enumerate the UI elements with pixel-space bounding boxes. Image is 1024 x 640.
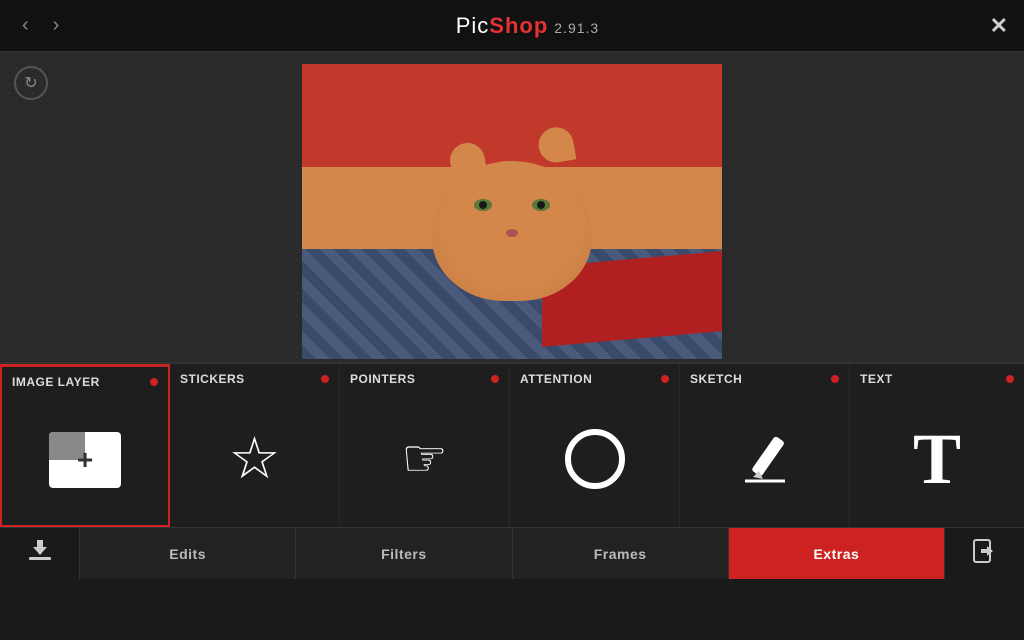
tool-image-layer-icon-area: +: [2, 394, 168, 525]
tool-pointers[interactable]: POINTERS ☞: [340, 364, 510, 527]
nav-buttons: ‹ ›: [16, 10, 65, 41]
star-icon: ☆: [229, 430, 281, 488]
image-layer-icon: +: [49, 432, 121, 488]
tool-text-label: TEXT: [860, 372, 893, 386]
tool-attention-icon-area: [510, 391, 679, 527]
image-layer-plus-icon: +: [77, 444, 93, 476]
sketch-icon: [735, 429, 795, 489]
tool-pointers-icon-area: ☞: [340, 391, 509, 527]
tools-panel: IMAGE LAYER + STICKERS ☆ POINTERS ☞ A: [0, 362, 1024, 527]
tab-bar: Edits Filters Frames Extras: [0, 527, 1024, 579]
tool-attention-header: ATTENTION: [510, 364, 679, 391]
tool-sketch-icon-area: [680, 391, 849, 527]
tool-attention[interactable]: ATTENTION: [510, 364, 680, 527]
kitten-image: [302, 64, 722, 359]
refresh-icon: ↻: [24, 73, 37, 93]
refresh-button[interactable]: ↻: [14, 66, 48, 100]
tabs-container: Edits Filters Frames Extras: [80, 528, 944, 579]
tool-pointers-dot: [491, 375, 499, 383]
close-button[interactable]: ✕: [990, 13, 1008, 39]
tool-text-dot: [1006, 375, 1014, 383]
tool-pointers-label: POINTERS: [350, 372, 415, 386]
tool-image-layer[interactable]: IMAGE LAYER +: [0, 364, 170, 527]
tool-stickers-label: STICKERS: [180, 372, 245, 386]
tab-frames-label: Frames: [594, 546, 647, 562]
tool-sketch-header: SKETCH: [680, 364, 849, 391]
tool-text-icon-area: T: [850, 391, 1024, 527]
export-icon: [971, 537, 999, 571]
tab-extras-label: Extras: [813, 546, 859, 562]
tool-pointers-header: POINTERS: [340, 364, 509, 391]
app-title: PicShop 2.91.3: [456, 13, 600, 39]
tool-stickers-dot: [321, 375, 329, 383]
tool-attention-label: ATTENTION: [520, 372, 592, 386]
download-button[interactable]: [0, 528, 80, 579]
kitten-overlay: [302, 64, 722, 359]
circle-icon: [565, 429, 625, 489]
tab-frames[interactable]: Frames: [513, 528, 729, 579]
title-pic: Pic: [456, 13, 490, 38]
tool-sketch-label: SKETCH: [690, 372, 742, 386]
kitten-eye-right: [532, 199, 550, 211]
tool-sketch[interactable]: SKETCH: [680, 364, 850, 527]
canvas-area: ↻: [0, 52, 1024, 362]
text-icon: T: [913, 423, 961, 495]
tool-stickers-icon-area: ☆: [170, 391, 339, 527]
back-button[interactable]: ‹: [16, 10, 35, 41]
kitten-eyes: [474, 199, 550, 211]
kitten-eye-left: [474, 199, 492, 211]
title-shop: Shop: [489, 13, 548, 38]
tool-stickers[interactable]: STICKERS ☆: [170, 364, 340, 527]
tool-stickers-header: STICKERS: [170, 364, 339, 391]
kitten-face: [432, 161, 592, 301]
version-label: 2.91.3: [554, 20, 599, 36]
download-icon: [26, 537, 54, 571]
tool-sketch-dot: [831, 375, 839, 383]
kitten-nose: [506, 229, 518, 237]
tab-filters[interactable]: Filters: [296, 528, 512, 579]
tab-edits[interactable]: Edits: [80, 528, 296, 579]
tool-image-layer-dot: [150, 378, 158, 386]
pointer-icon: ☞: [401, 433, 448, 485]
tool-attention-dot: [661, 375, 669, 383]
tool-text-header: TEXT: [850, 364, 1024, 391]
export-button[interactable]: [944, 528, 1024, 579]
tab-extras[interactable]: Extras: [729, 528, 944, 579]
app-header: ‹ › PicShop 2.91.3 ✕: [0, 0, 1024, 52]
tool-text[interactable]: TEXT T: [850, 364, 1024, 527]
forward-button[interactable]: ›: [47, 10, 66, 41]
image-preview: [302, 64, 722, 359]
tool-image-layer-header: IMAGE LAYER: [2, 367, 168, 394]
pencil-svg: [735, 429, 795, 489]
tab-filters-label: Filters: [381, 546, 427, 562]
tab-edits-label: Edits: [169, 546, 206, 562]
tool-image-layer-label: IMAGE LAYER: [12, 375, 100, 389]
